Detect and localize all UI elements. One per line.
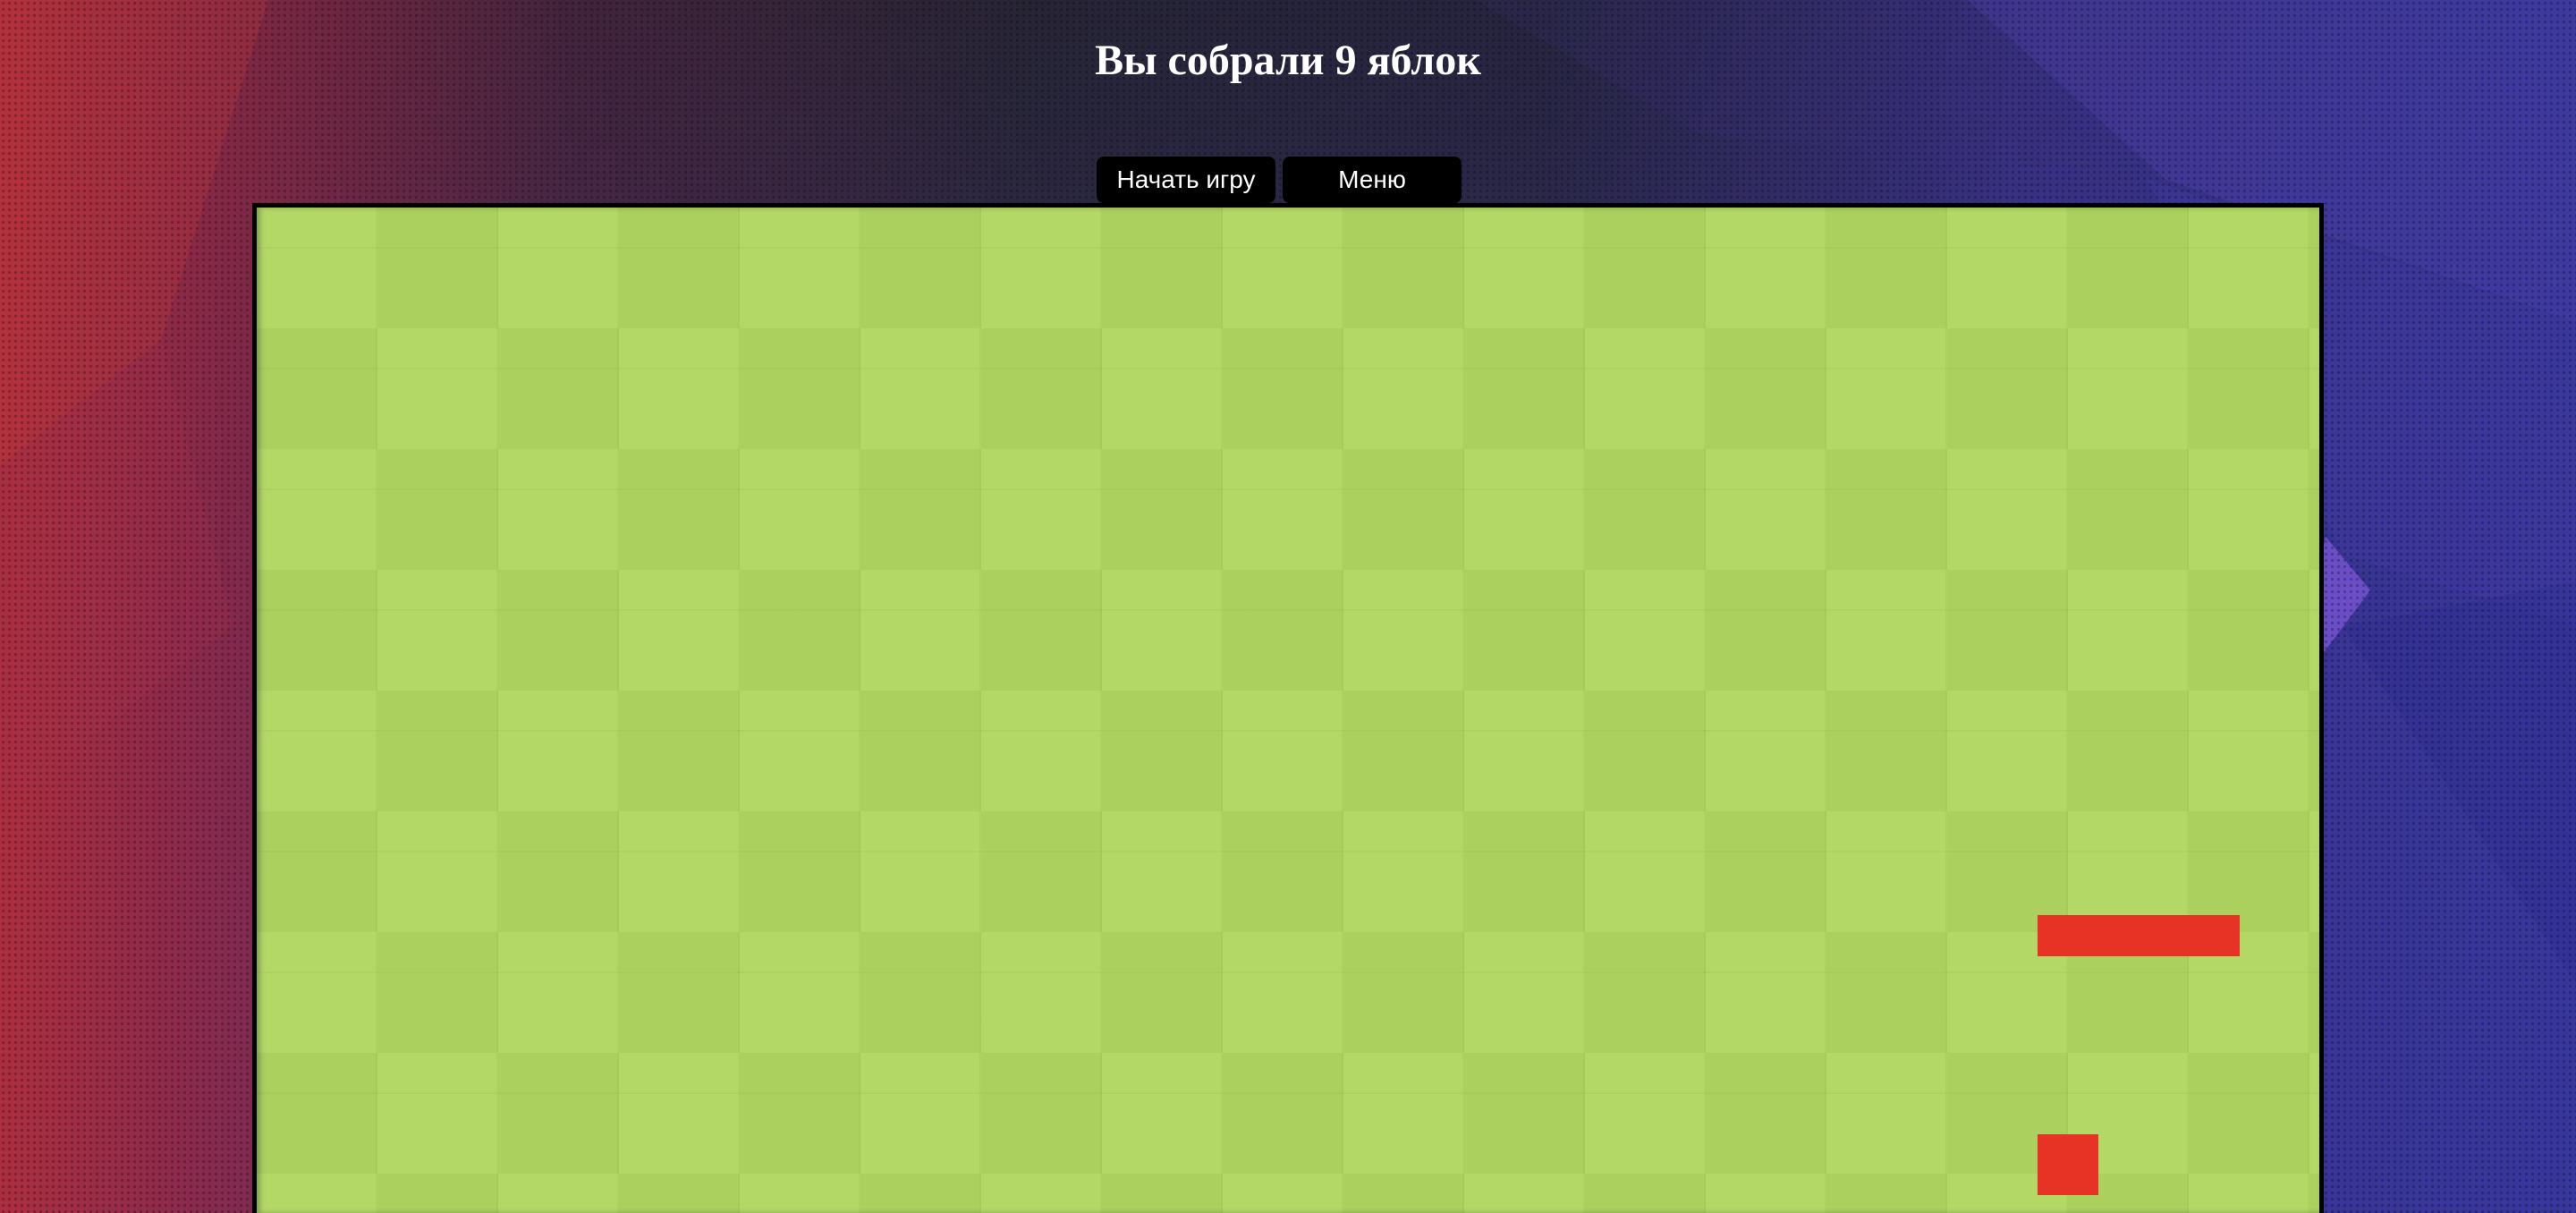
game-board[interactable] xyxy=(257,208,2319,1213)
snake-body xyxy=(2038,915,2240,956)
score-title: Вы собрали 9 яблок xyxy=(1095,37,1481,84)
start-game-button[interactable]: Начать игру xyxy=(1097,157,1275,203)
board-grid xyxy=(257,208,2319,1213)
game-board-frame xyxy=(252,203,2324,1213)
apple xyxy=(2038,1134,2098,1195)
header: Вы собрали 9 яблок xyxy=(0,0,2576,125)
game-controls: Начать игру Меню xyxy=(1097,157,1462,203)
menu-button[interactable]: Меню xyxy=(1283,157,1462,203)
